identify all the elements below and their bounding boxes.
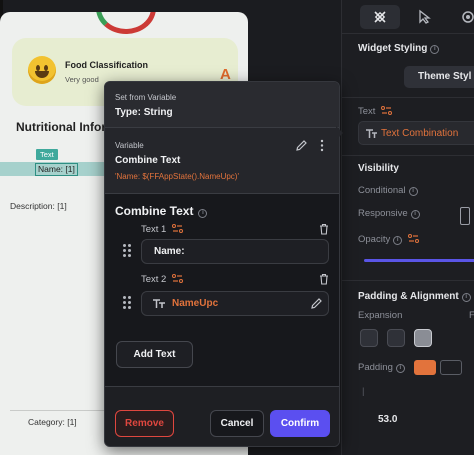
info-icon: i	[408, 187, 418, 196]
variable-icon[interactable]	[172, 274, 183, 283]
info-icon: i	[410, 210, 420, 219]
type-string-label: Type: String	[115, 107, 173, 118]
opacity-slider[interactable]	[364, 259, 474, 262]
padding-mode-individual[interactable]	[440, 360, 462, 375]
conditional-label: Conditional i	[358, 185, 418, 196]
variable-name: Combine Text	[115, 155, 181, 166]
expansion-option-2[interactable]	[387, 329, 405, 347]
category-text-widget[interactable]: Category: [1]	[28, 417, 77, 427]
text2-field[interactable]: NameUpc	[141, 291, 329, 316]
opacity-label: Opacity i	[358, 234, 419, 245]
widget-styling-heading: Widget Styling i	[358, 43, 440, 54]
variable-icon[interactable]	[407, 234, 419, 243]
combine-text-section: Combine Text i Text 1 Name: Text 2 NameU…	[105, 194, 339, 386]
text-combination-field[interactable]: Text Combination	[358, 121, 474, 145]
drag-handle-icon[interactable]	[123, 244, 131, 258]
modal-footer: Remove Cancel Confirm	[105, 386, 339, 446]
padding-alignment-heading: Padding & Alignment i	[358, 291, 471, 302]
expansion-option-1[interactable]	[360, 329, 378, 347]
paint-tool-icon	[374, 11, 386, 23]
responsive-label: Responsive i	[358, 208, 420, 219]
delete-icon[interactable]	[319, 223, 329, 235]
variable-expression: 'Name: $(FFAppState().NameUpc)'	[115, 172, 239, 181]
nutritional-info-title[interactable]: Nutritional Infor	[16, 120, 106, 134]
expansion-label: Expansion	[358, 310, 403, 321]
padding-scale-top: |	[362, 386, 365, 397]
top-arc-graphic	[96, 12, 156, 34]
more-vert-icon[interactable]	[319, 139, 325, 152]
smiley-icon	[28, 56, 56, 84]
padding-value[interactable]: 53.0	[378, 414, 397, 425]
properties-panel: Widget Styling i Theme Styl Text Text Com…	[341, 0, 474, 455]
text-type-icon	[153, 299, 165, 308]
panel-tabs	[342, 0, 474, 34]
text2-value: NameUpc	[172, 298, 219, 309]
tab-properties[interactable]	[360, 5, 400, 29]
info-icon: i	[393, 236, 403, 245]
divider	[342, 280, 474, 281]
text1-field[interactable]: Name:	[141, 239, 329, 264]
name-text-widget[interactable]: Name: [1]	[35, 163, 78, 176]
divider	[342, 97, 474, 98]
text1-label: Text 1	[141, 224, 183, 235]
tab-settings[interactable]	[448, 5, 474, 29]
text-type-icon	[366, 129, 377, 138]
variable-label: Variable	[115, 141, 144, 150]
info-icon: i	[198, 209, 208, 218]
description-text-widget[interactable]: Description: [1]	[10, 201, 67, 211]
drag-handle-icon[interactable]	[123, 296, 131, 310]
text1-value: Name:	[154, 246, 185, 257]
add-text-button[interactable]: Add Text	[116, 341, 193, 368]
divider	[342, 155, 474, 156]
expansion-label-cut: F	[469, 310, 474, 321]
set-from-variable-label: Set from Variable	[115, 93, 177, 102]
edit-icon[interactable]	[295, 139, 308, 152]
modal-header: Set from Variable Type: String	[105, 82, 339, 128]
expansion-option-3[interactable]	[414, 329, 432, 347]
delete-icon[interactable]	[319, 273, 329, 285]
text-combination-value: Text Combination	[381, 128, 459, 139]
combine-text-heading: Combine Text i	[115, 204, 208, 218]
text-property-label: Text	[358, 106, 393, 117]
cursor-tool-icon	[419, 9, 431, 24]
remove-button[interactable]: Remove	[115, 410, 174, 437]
edit-icon[interactable]	[310, 297, 323, 310]
popover-arrow	[336, 126, 343, 140]
padding-mode-all[interactable]	[414, 360, 436, 375]
variable-icon[interactable]	[381, 106, 393, 115]
set-from-variable-modal: Set from Variable Type: String Variable …	[104, 81, 340, 447]
cancel-button[interactable]: Cancel	[210, 410, 264, 437]
info-icon: i	[461, 293, 471, 302]
variable-icon[interactable]	[172, 224, 183, 233]
variable-section[interactable]: Variable Combine Text 'Name: $(FFAppStat…	[105, 128, 339, 194]
confirm-button[interactable]: Confirm	[270, 410, 330, 437]
visibility-heading: Visibility	[358, 163, 399, 174]
info-icon: i	[430, 45, 440, 54]
padding-label: Padding i	[358, 362, 405, 373]
info-icon: i	[395, 364, 405, 373]
food-card-subtitle: Very good	[65, 75, 99, 84]
selected-widget-tag: Text	[36, 149, 58, 160]
theme-style-button[interactable]: Theme Styl	[404, 66, 474, 88]
tab-actions[interactable]	[404, 5, 444, 29]
text2-label: Text 2	[141, 274, 183, 285]
food-card-title: Food Classification	[65, 60, 149, 70]
gear-icon	[462, 11, 474, 23]
phone-icon[interactable]	[460, 207, 470, 225]
